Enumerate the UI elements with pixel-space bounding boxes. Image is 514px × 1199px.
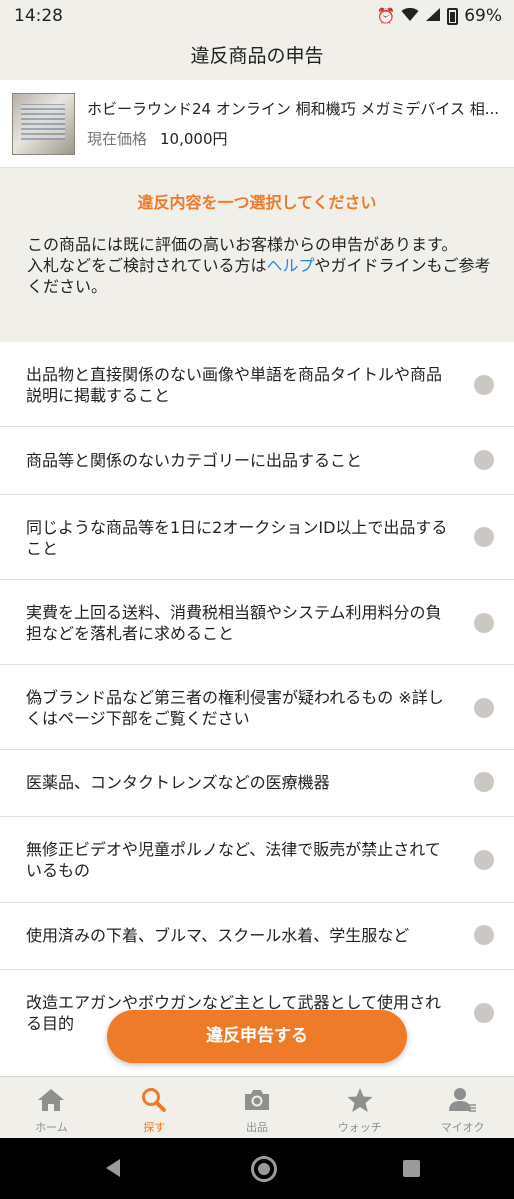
notice-panel: 違反内容を一つ選択してください この商品には既に評価の高いお客様からの申告があり… bbox=[0, 168, 514, 342]
star-icon bbox=[347, 1088, 373, 1112]
radio-button[interactable] bbox=[474, 375, 494, 395]
product-thumbnail bbox=[12, 93, 75, 155]
radio-button[interactable] bbox=[474, 613, 494, 633]
battery-icon bbox=[447, 7, 459, 25]
radio-button[interactable] bbox=[474, 450, 494, 470]
notice-heading: 違反内容を一つ選択してください bbox=[137, 193, 377, 212]
option-row[interactable]: 商品等と関係のないカテゴリーに出品すること bbox=[0, 427, 514, 495]
radio-button[interactable] bbox=[474, 698, 494, 718]
search-icon bbox=[142, 1088, 167, 1112]
back-icon[interactable] bbox=[106, 1159, 120, 1177]
option-label: 偽ブランド品など第三者の権利侵害が疑われるもの ※詳しくはページ下部をご覧くださ… bbox=[26, 688, 444, 728]
tab-label: ホーム bbox=[35, 1121, 68, 1134]
option-label: 医薬品、コンタクトレンズなどの医療機器 bbox=[26, 773, 330, 792]
status-icons: ⏰ 69% bbox=[377, 6, 502, 26]
home-icon bbox=[38, 1089, 65, 1111]
recent-apps-icon[interactable] bbox=[403, 1160, 420, 1177]
notice-body: この商品には既に評価の高いお客様からの申告があります。 入札などをご検討されてい… bbox=[27, 234, 497, 297]
tab-home[interactable]: ホーム bbox=[0, 1077, 103, 1138]
radio-button[interactable] bbox=[474, 1003, 494, 1023]
radio-button[interactable] bbox=[474, 772, 494, 792]
product-summary[interactable]: ホビーラウンド24 オンライン 桐和機巧 メガミデバイス 相... 現在価格 1… bbox=[0, 80, 514, 168]
battery-percent: 69% bbox=[464, 6, 502, 26]
notice-line1: この商品には既に評価の高いお客様からの申告があります。 bbox=[27, 235, 458, 254]
tab-sell[interactable]: 出品 bbox=[206, 1077, 309, 1138]
radio-button[interactable] bbox=[474, 925, 494, 945]
price-label: 現在価格 bbox=[87, 130, 148, 148]
radio-button[interactable] bbox=[474, 850, 494, 870]
option-row[interactable]: 同じような商品等を1日に2オークションID以上で出品すること bbox=[0, 495, 514, 580]
violation-options: 出品物と直接関係のない画像や単語を商品タイトルや商品説明に掲載すること 商品等と… bbox=[0, 342, 514, 1080]
product-title: ホビーラウンド24 オンライン 桐和機巧 メガミデバイス 相... bbox=[87, 100, 500, 118]
tab-myauction[interactable]: マイオク bbox=[411, 1077, 514, 1138]
home-button-icon[interactable] bbox=[251, 1156, 277, 1182]
page-title: 違反商品の申告 bbox=[0, 32, 514, 80]
option-label: 使用済みの下着、ブルマ、スクール水着、学生服など bbox=[26, 926, 410, 945]
tab-label: 探す bbox=[143, 1121, 166, 1134]
option-label: 同じような商品等を1日に2オークションID以上で出品すること bbox=[26, 518, 448, 558]
camera-icon bbox=[244, 1090, 269, 1110]
help-link[interactable]: ヘルプ bbox=[267, 256, 315, 275]
tab-label: マイオク bbox=[440, 1121, 485, 1134]
option-row[interactable]: 実費を上回る送料、消費税相当額やシステム利用料分の負担などを落札者に求めること bbox=[0, 580, 514, 665]
bottom-tab-bar: ホーム 探す 出品 ウォッチ マイオク bbox=[0, 1076, 514, 1138]
option-row[interactable]: 医薬品、コンタクトレンズなどの医療機器 bbox=[0, 750, 514, 817]
option-label: 実費を上回る送料、消費税相当額やシステム利用料分の負担などを落札者に求めること bbox=[26, 603, 442, 643]
report-button[interactable]: 違反申告する bbox=[107, 1010, 407, 1063]
option-label: 無修正ビデオや児童ポルノなど、法律で販売が禁止されているもの bbox=[26, 840, 441, 880]
option-row[interactable]: 無修正ビデオや児童ポルノなど、法律で販売が禁止されているもの bbox=[0, 817, 514, 903]
option-row[interactable]: 出品物と直接関係のない画像や単語を商品タイトルや商品説明に掲載すること bbox=[0, 342, 514, 427]
tab-label: 出品 bbox=[245, 1121, 268, 1134]
radio-button[interactable] bbox=[474, 527, 494, 547]
wifi-icon bbox=[401, 7, 419, 26]
status-time: 14:28 bbox=[14, 6, 63, 26]
option-label: 出品物と直接関係のない画像や単語を商品タイトルや商品説明に掲載すること bbox=[26, 365, 443, 405]
option-row[interactable]: 偽ブランド品など第三者の権利侵害が疑われるもの ※詳しくはページ下部をご覧くださ… bbox=[0, 665, 514, 750]
price-value: 10,000円 bbox=[160, 130, 228, 148]
option-row[interactable]: 使用済みの下着、ブルマ、スクール水着、学生服など bbox=[0, 903, 514, 970]
alarm-icon: ⏰ bbox=[376, 7, 396, 25]
user-icon bbox=[448, 1088, 476, 1112]
system-navigation-bar bbox=[0, 1138, 514, 1199]
notice-line2-before: 入札などをご検討されている方は bbox=[27, 256, 267, 275]
option-label: 商品等と関係のないカテゴリーに出品すること bbox=[26, 451, 363, 470]
tab-search[interactable]: 探す bbox=[103, 1077, 206, 1138]
signal-icon bbox=[425, 7, 441, 26]
tab-watch[interactable]: ウォッチ bbox=[308, 1077, 411, 1138]
status-bar: 14:28 ⏰ 69% bbox=[0, 0, 514, 32]
tab-label: ウォッチ bbox=[337, 1121, 382, 1134]
